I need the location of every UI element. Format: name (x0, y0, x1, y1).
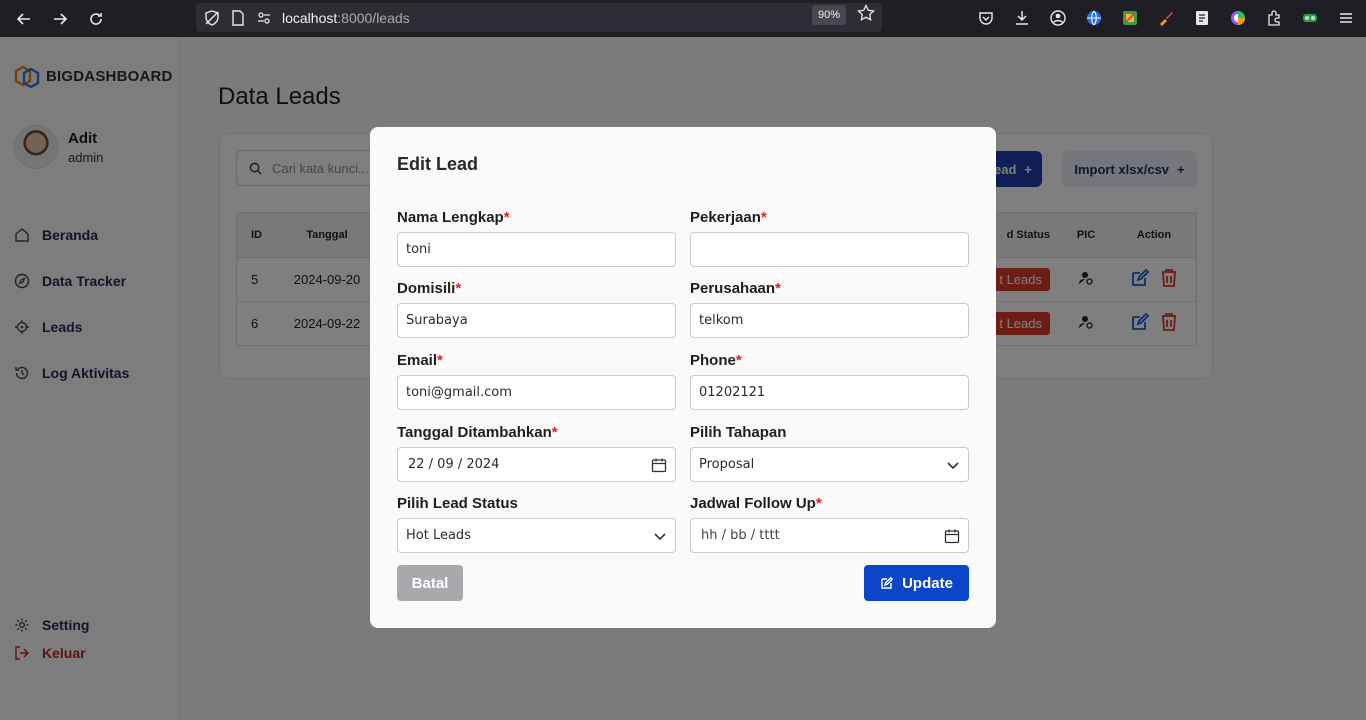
tahapan-value: Proposal (699, 457, 755, 472)
lead-status-label: Pilih Lead Status (397, 495, 518, 512)
pekerjaan-input[interactable] (690, 232, 969, 267)
brush-extension-icon[interactable] (1154, 6, 1178, 30)
zoom-badge[interactable]: 90% (812, 5, 847, 25)
edit-lead-modal: Edit Lead Nama Lengkap* toni Pekerjaan* … (370, 127, 996, 628)
update-button[interactable]: Update (864, 565, 969, 601)
tanggal-input[interactable]: 22 / 09 / 2024 (397, 447, 676, 482)
forward-icon[interactable] (48, 7, 72, 31)
page-icon[interactable] (228, 8, 248, 28)
lead-status-field: Pilih Lead Status Hot Leads (397, 495, 676, 553)
tanggal-label: Tanggal Ditambahkan* (397, 424, 558, 441)
color-picker-extension-icon[interactable] (1118, 6, 1142, 30)
phone-field: Phone* 01202121 (690, 352, 969, 410)
nama-input[interactable]: toni (397, 232, 676, 267)
domisili-input[interactable]: Surabaya (397, 303, 676, 338)
email-input[interactable]: toni@gmail.com (397, 375, 676, 410)
follow-up-label: Jadwal Follow Up* (690, 495, 822, 512)
browser-toolbar: localhost:8000/leads 90% (0, 0, 1366, 37)
nama-value: toni (406, 242, 431, 257)
perusahaan-label: Perusahaan* (690, 280, 781, 297)
edit-icon (881, 576, 894, 589)
lead-status-select[interactable]: Hot Leads (397, 518, 676, 553)
notes-extension-icon[interactable] (1190, 6, 1214, 30)
globe-extension-icon[interactable] (1082, 6, 1106, 30)
download-icon[interactable] (1010, 6, 1034, 30)
chevron-down-icon (947, 461, 959, 469)
perusahaan-value: telkom (699, 313, 744, 328)
modal-title: Edit Lead (397, 154, 479, 174)
pekerjaan-field: Pekerjaan* (690, 209, 969, 267)
perusahaan-input[interactable]: telkom (690, 303, 969, 338)
domisili-field: Domisili* Surabaya (397, 280, 676, 338)
tracking-shield-icon[interactable] (202, 8, 222, 28)
calendar-icon[interactable] (944, 528, 960, 544)
phone-value: 01202121 (699, 385, 766, 400)
pekerjaan-label: Pekerjaan* (690, 209, 767, 226)
address-bar[interactable]: localhost:8000/leads (196, 3, 882, 32)
cancel-button[interactable]: Batal (397, 565, 463, 601)
update-label: Update (902, 574, 953, 592)
perusahaan-field: Perusahaan* telkom (690, 280, 969, 338)
tanggal-value: 22 / 09 / 2024 (408, 457, 500, 472)
reload-icon[interactable] (84, 7, 108, 31)
follow-up-field: Jadwal Follow Up* hh / bb / tttt (690, 495, 969, 553)
account-icon[interactable] (1046, 6, 1070, 30)
hamburger-menu-icon[interactable] (1334, 6, 1358, 30)
email-field: Email* toni@gmail.com (397, 352, 676, 410)
calendar-icon[interactable] (651, 457, 667, 473)
tanggal-field: Tanggal Ditambahkan* 22 / 09 / 2024 (397, 424, 676, 482)
permissions-icon[interactable] (254, 8, 274, 28)
back-icon[interactable] (12, 7, 36, 31)
nama-label: Nama Lengkap* (397, 209, 510, 226)
domisili-label: Domisili* (397, 280, 462, 297)
tahapan-select[interactable]: Proposal (690, 447, 969, 482)
color-wheel-extension-icon[interactable] (1226, 6, 1250, 30)
lead-status-value: Hot Leads (406, 528, 471, 543)
phone-input[interactable]: 01202121 (690, 375, 969, 410)
tahapan-label: Pilih Tahapan (690, 424, 787, 441)
follow-up-placeholder: hh / bb / tttt (701, 528, 780, 543)
bookmark-star-icon[interactable] (857, 3, 875, 27)
follow-up-input[interactable]: hh / bb / tttt (690, 518, 969, 553)
pocket-icon[interactable] (974, 6, 998, 30)
chevron-down-icon (654, 532, 666, 540)
url-text: localhost:8000/leads (282, 9, 410, 26)
phone-label: Phone* (690, 352, 742, 369)
email-label: Email* (397, 352, 443, 369)
tahapan-field: Pilih Tahapan Proposal (690, 424, 969, 482)
extensions-puzzle-icon[interactable] (1262, 6, 1286, 30)
domisili-value: Surabaya (406, 313, 468, 328)
email-value: toni@gmail.com (406, 385, 512, 400)
green-extension-icon[interactable] (1298, 6, 1322, 30)
nama-field: Nama Lengkap* toni (397, 209, 676, 267)
